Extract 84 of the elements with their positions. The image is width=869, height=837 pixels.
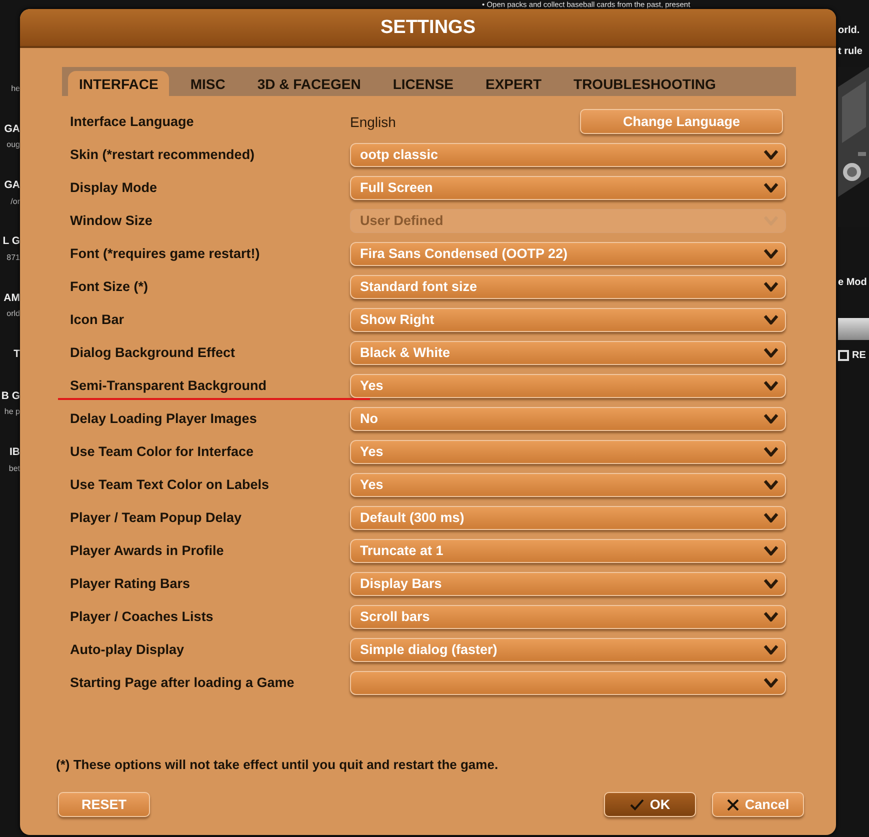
setting-label: Auto-play Display [69, 642, 186, 657]
ok-button[interactable]: OK [604, 792, 696, 817]
dropdown[interactable]: Yes [350, 440, 786, 464]
checkbox[interactable] [838, 350, 849, 361]
chevron-down-icon [763, 413, 779, 424]
footnote: (*) These options will not take effect until you quit and restart the game. [56, 757, 500, 772]
dropdown[interactable]: Full Screen [350, 176, 786, 200]
setting-label: Display Mode [69, 180, 158, 195]
setting-label: Player / Coaches Lists [69, 609, 214, 624]
background-text: /or [10, 198, 20, 206]
change-language-button[interactable]: Change Language [580, 109, 783, 134]
tab[interactable]: MISC [179, 71, 236, 96]
dropdown[interactable]: Display Bars [350, 572, 786, 596]
tab[interactable]: 3D & FACEGEN [246, 71, 372, 96]
dropdown[interactable]: Default (300 ms) [350, 506, 786, 530]
chevron-down-icon [763, 446, 779, 457]
setting-label: Delay Loading Player Images [69, 411, 258, 426]
dropdown[interactable]: Truncate at 1 [350, 538, 786, 562]
dropdown[interactable]: No [350, 406, 786, 430]
setting-label: Player Rating Bars [69, 576, 192, 591]
background-text: e Mod [838, 277, 868, 288]
checkbox-label: RE [852, 350, 866, 361]
setting-label: Font Size (*) [69, 279, 149, 294]
chevron-down-icon [763, 347, 779, 358]
dropdown[interactable]: Fira Sans Condensed (OOTP 22) [350, 242, 786, 266]
dropdown[interactable]: Yes [350, 374, 786, 398]
background-bar [838, 318, 869, 340]
chevron-down-icon [763, 611, 779, 622]
background-text: 871 [6, 254, 20, 263]
background-text: he [11, 85, 20, 94]
chevron-down-icon [763, 512, 779, 523]
tab[interactable]: LICENSE [382, 71, 464, 96]
close-icon [726, 798, 739, 810]
background-heading: GA [4, 124, 20, 136]
background-heading: IB [10, 447, 20, 459]
setting-label: Semi-Transparent Background [69, 378, 268, 393]
background-heading: T [14, 349, 20, 361]
tab[interactable]: INTERFACE [68, 71, 170, 96]
background-text: bet [8, 464, 20, 474]
setting-label: Font (*requires game restart!) [69, 246, 261, 261]
cancel-button[interactable]: Cancel [712, 792, 804, 817]
chevron-down-icon [763, 380, 779, 391]
chevron-down-icon [763, 182, 779, 193]
chevron-down-icon [763, 644, 779, 655]
chevron-down-icon [763, 149, 779, 160]
dropdown[interactable]: Standard font size [350, 274, 786, 298]
background-text: he p [4, 408, 20, 418]
background-text: t rule [838, 46, 864, 57]
dropdown[interactable]: Yes [350, 472, 786, 496]
chevron-down-icon [763, 578, 779, 589]
setting-label: Player Awards in Profile [69, 543, 225, 558]
dropdown[interactable]: Simple dialog (faster) [350, 638, 786, 662]
setting-label: Interface Language [69, 114, 195, 129]
dropdown[interactable]: Scroll bars [350, 604, 786, 628]
reset-button[interactable]: RESET [58, 792, 150, 817]
dialog-title: SETTINGS [380, 16, 476, 38]
chevron-down-icon [763, 677, 779, 688]
background-text: orld. [838, 25, 861, 36]
setting-label: Window Size [69, 213, 154, 228]
tab[interactable]: EXPERT [474, 71, 553, 96]
background-heading: AM [4, 292, 20, 304]
setting-label: Player / Team Popup Delay [69, 510, 243, 525]
background-heading: B G [1, 390, 20, 402]
check-icon [630, 798, 644, 810]
dropdown[interactable]: ootp classic [350, 142, 786, 166]
setting-value: English [350, 114, 397, 130]
setting-label: Use Team Text Color on Labels [69, 477, 270, 492]
setting-label: Starting Page after loading a Game [69, 675, 296, 690]
background-text: orld [6, 310, 20, 320]
setting-label: Dialog Background Effect [69, 345, 236, 360]
setting-label: Icon Bar [69, 312, 126, 327]
dropdown[interactable]: Show Right [350, 308, 786, 332]
setting-label: Use Team Color for Interface [69, 444, 255, 459]
chevron-down-icon [763, 545, 779, 556]
tab[interactable]: TROUBLESHOOTING [562, 71, 727, 96]
background-heading: L G [2, 236, 20, 248]
background-heading: GA [4, 180, 20, 192]
dropdown[interactable]: Black & White [350, 340, 786, 364]
background-text: oug [6, 141, 20, 150]
chevron-down-icon [763, 314, 779, 325]
chevron-down-icon [763, 248, 779, 259]
setting-label: Skin (*restart recommended) [69, 147, 256, 162]
chevron-down-icon [763, 281, 779, 292]
chevron-down-icon [763, 479, 779, 490]
